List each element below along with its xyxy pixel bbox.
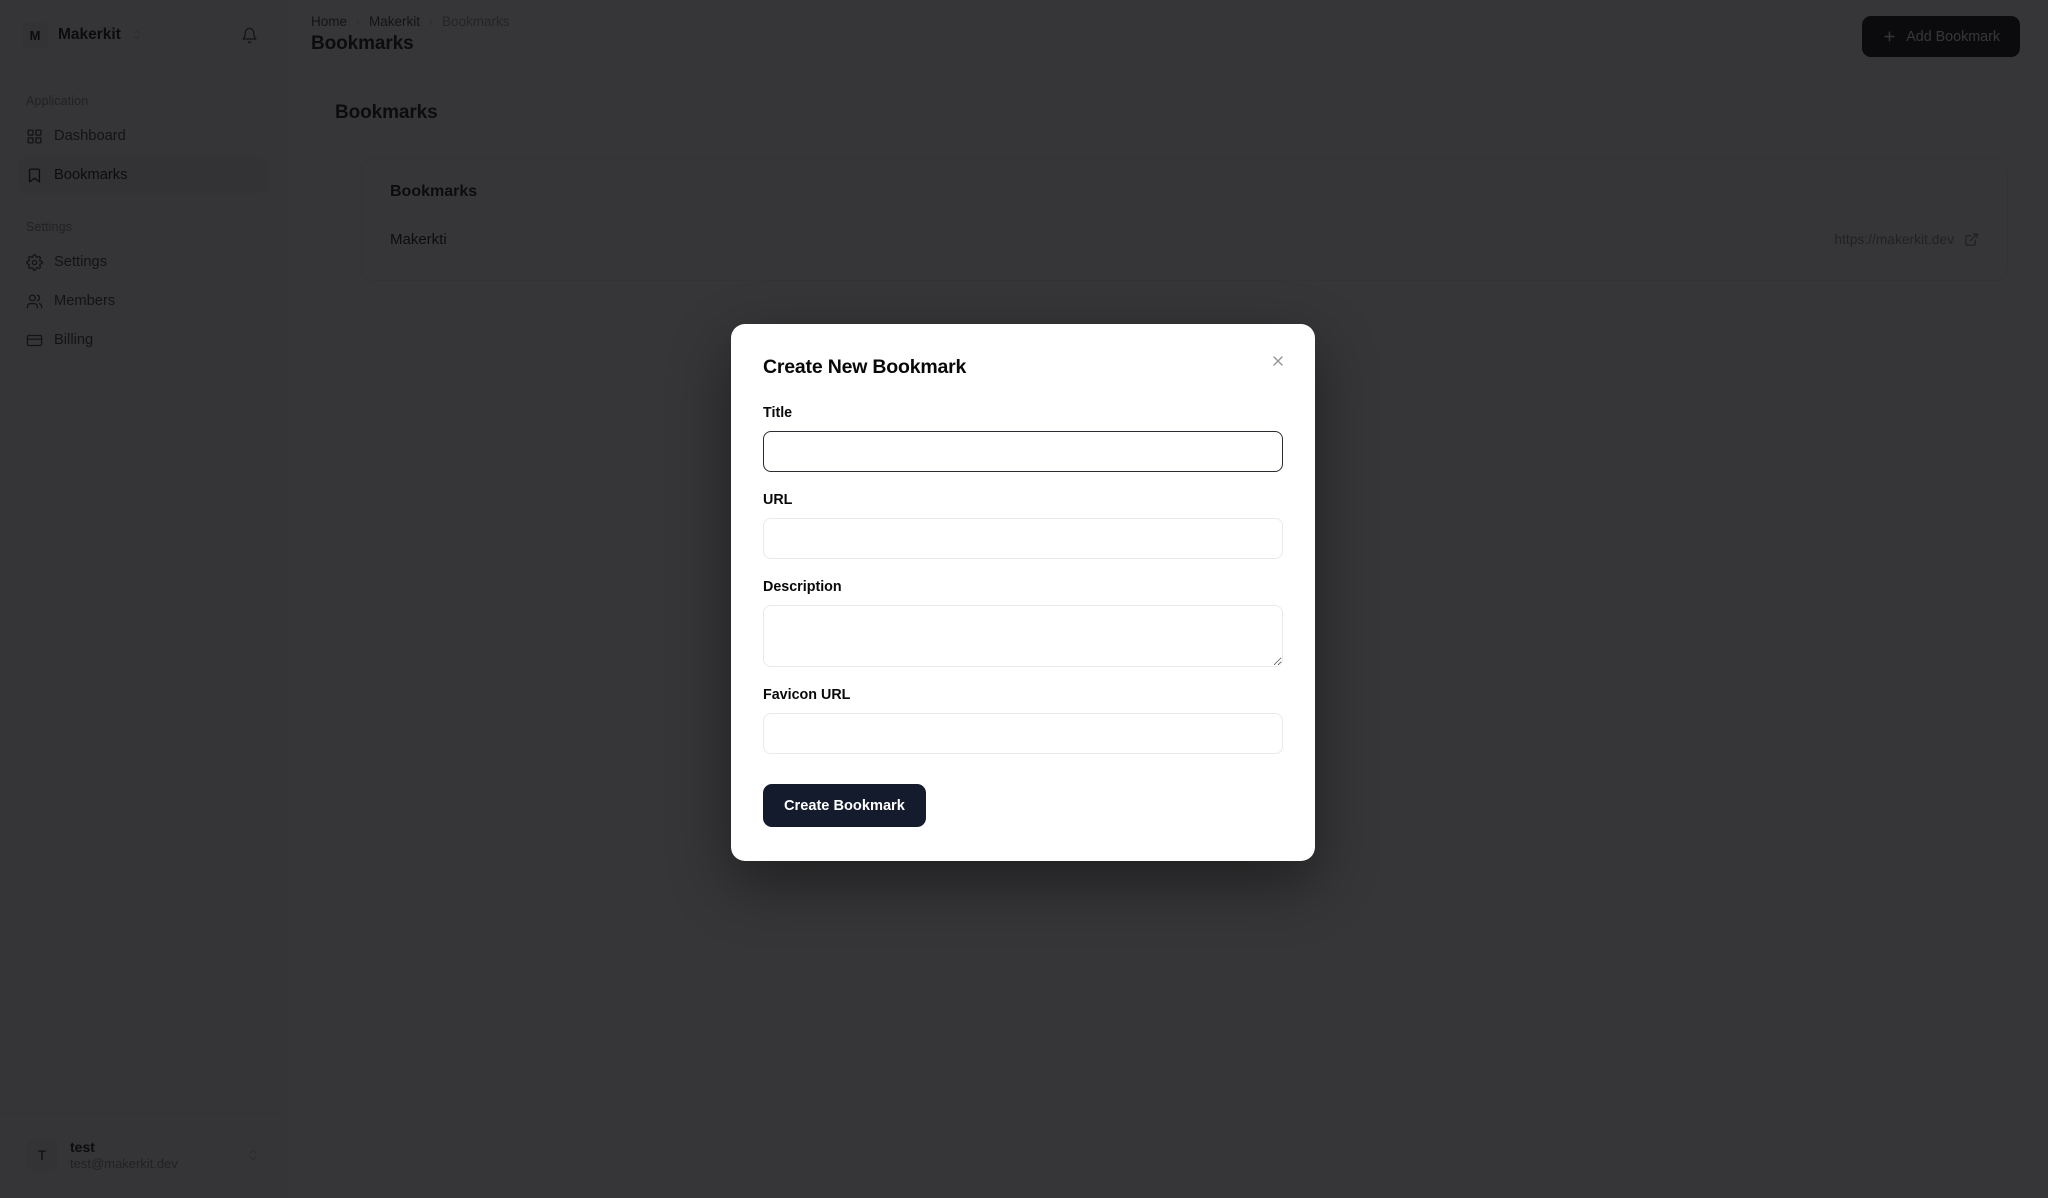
create-bookmark-dialog: Create New Bookmark Title URL Descriptio…: [731, 324, 1315, 861]
field-label-url: URL: [763, 492, 793, 508]
create-bookmark-submit-button[interactable]: Create Bookmark: [763, 784, 926, 827]
field-label-favicon-url: Favicon URL: [763, 687, 851, 703]
field-favicon-url: Favicon URL: [763, 687, 1283, 754]
close-button[interactable]: [1267, 350, 1289, 372]
field-label-description: Description: [763, 579, 842, 595]
dialog-title: Create New Bookmark: [763, 356, 967, 378]
close-icon: [1273, 356, 1283, 366]
field-label-title: Title: [763, 405, 793, 421]
field-url: URL: [763, 492, 1283, 559]
description-textarea[interactable]: [763, 605, 1283, 667]
title-input[interactable]: [763, 431, 1283, 472]
field-title: Title: [763, 405, 1283, 472]
favicon-url-input[interactable]: [763, 713, 1283, 754]
field-description: Description: [763, 579, 1283, 667]
url-input[interactable]: [763, 518, 1283, 559]
